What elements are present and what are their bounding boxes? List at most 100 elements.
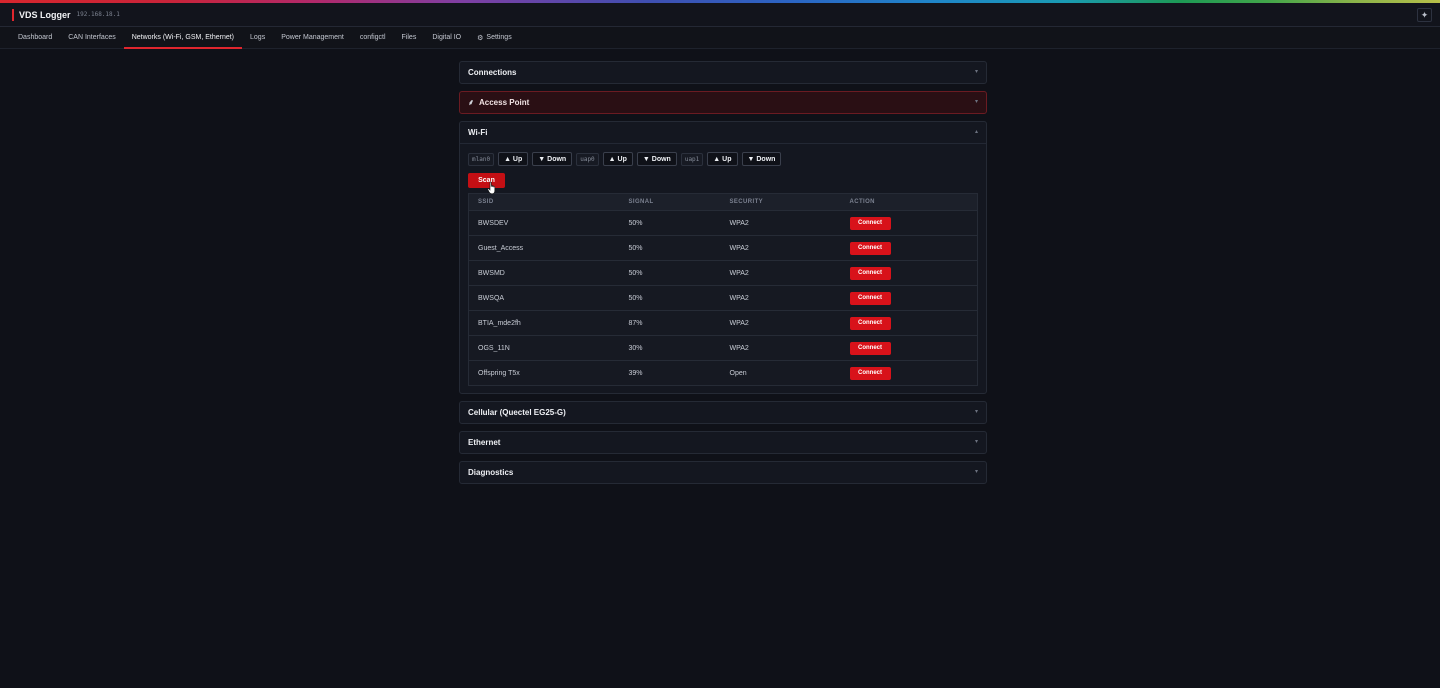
wifi-panel: Wi-Fi ▴ mlan0 ▲ Up ▼ Down uap0 ▲ Up ▼ Do… xyxy=(459,121,987,394)
mlan0-down-button[interactable]: ▼ Down xyxy=(532,152,573,166)
table-row: BTIA_mde2fh 87% WPA2 Connect xyxy=(468,310,978,336)
column-header-security: SECURITY xyxy=(720,193,841,211)
column-header-signal: SIGNAL xyxy=(619,193,721,211)
brand-marker xyxy=(12,8,14,21)
action-cell: Connect xyxy=(840,335,978,361)
tab-power-management[interactable]: Power Management xyxy=(273,27,352,48)
action-cell: Connect xyxy=(840,260,978,286)
gear-icon: ⚙ xyxy=(477,34,484,42)
signal-cell: 50% xyxy=(619,235,721,261)
interface-controls: mlan0 ▲ Up ▼ Down uap0 ▲ Up ▼ Down uap1 … xyxy=(468,152,978,166)
connect-button[interactable]: Connect xyxy=(849,341,891,355)
ssid-cell: BTIA_mde2fh xyxy=(468,310,620,336)
connections-header[interactable]: Connections ▾ xyxy=(460,62,986,83)
tab-files[interactable]: Files xyxy=(394,27,425,48)
tab-label: Networks (Wi-Fi, GSM, Ethernet) xyxy=(131,34,235,41)
signal-cell: 39% xyxy=(628,369,643,377)
security-cell: WPA2 xyxy=(720,235,841,261)
uap0-up-button[interactable]: ▲ Up xyxy=(602,152,633,166)
connect-button[interactable]: Connect xyxy=(849,216,891,230)
interface-name: uap1 xyxy=(680,152,704,166)
security-cell: WPA2 xyxy=(720,310,841,336)
ethernet-header[interactable]: Ethernet ▾ xyxy=(460,432,986,453)
connect-button[interactable]: Connect xyxy=(849,291,891,305)
ssid-cell: BWSDEV xyxy=(468,210,620,236)
tab-dashboard[interactable]: Dashboard xyxy=(10,27,60,48)
access-point-panel: ⸙ Access Point ▾ xyxy=(459,91,987,114)
ethernet-panel: Ethernet ▾ xyxy=(459,431,987,454)
connections-panel: Connections ▾ xyxy=(459,61,987,84)
panel-title: Ethernet xyxy=(468,438,501,447)
tab-label: Power Management xyxy=(281,34,344,41)
diagnostics-panel: Diagnostics ▾ xyxy=(459,461,987,484)
security-cell: Open xyxy=(729,369,747,377)
security-cell: WPA2 xyxy=(720,335,841,361)
cellular-header[interactable]: Cellular (Quectel EG25-G) ▾ xyxy=(460,402,986,423)
interface-name: mlan0 xyxy=(468,152,495,166)
tab-label: Logs xyxy=(250,34,266,41)
panel-title: Connections xyxy=(468,68,517,77)
chevron-up-icon: ▴ xyxy=(974,129,978,135)
table-row: BWSQA 50% WPA2 Connect xyxy=(468,285,978,311)
panel-title: Diagnostics xyxy=(468,468,514,477)
wifi-header[interactable]: Wi-Fi ▴ xyxy=(460,122,986,143)
diagnostics-header[interactable]: Diagnostics ▾ xyxy=(460,462,986,483)
app-header: VDS Logger 192.168.18.1 xyxy=(0,3,1440,27)
tab-networks[interactable]: Networks (Wi-Fi, GSM, Ethernet) xyxy=(123,27,243,49)
ssid-cell: BWSQA xyxy=(468,285,620,311)
chevron-icon: ▾ xyxy=(974,439,978,445)
panel-title: Access Point xyxy=(479,98,530,107)
signal-cell: 87% xyxy=(619,310,721,336)
tab-logs[interactable]: Logs xyxy=(242,27,273,48)
ssid-cell: Offspring T5x xyxy=(478,369,520,377)
ssid-cell: OGS_11N xyxy=(468,335,620,361)
chevron-icon: ▾ xyxy=(974,69,978,75)
connect-button[interactable]: Connect xyxy=(849,316,891,330)
uap1-up-button[interactable]: ▲ Up xyxy=(707,152,738,166)
sparkle-icon[interactable]: ✦ xyxy=(1417,8,1432,22)
mlan0-up-button[interactable]: ▲ Up xyxy=(498,152,529,166)
action-cell: Connect xyxy=(840,310,978,336)
security-cell: WPA2 xyxy=(720,210,841,236)
ssid-cell: BWSMD xyxy=(468,260,620,286)
wifi-networks-table: SSID SIGNAL SECURITY ACTION BWSDEV 50% W… xyxy=(468,193,978,386)
column-header-ssid: SSID xyxy=(468,193,620,211)
tab-label: Files xyxy=(401,34,417,41)
uap1-down-button[interactable]: ▼ Down xyxy=(741,152,782,166)
action-cell: Connect xyxy=(840,235,978,261)
chevron-icon: ▾ xyxy=(974,469,978,475)
column-header-action: ACTION xyxy=(840,193,978,211)
connect-button[interactable]: Connect xyxy=(849,241,891,255)
networks-content: Connections ▾ ⸙ Access Point ▾ Wi-Fi ▴ m… xyxy=(459,61,987,491)
table-row: OGS_11N 30% WPA2 Connect xyxy=(468,335,978,361)
signal-cell: 50% xyxy=(619,210,721,236)
connect-button[interactable]: Connect xyxy=(849,266,891,280)
broadcast-icon: ⸙ xyxy=(468,98,474,107)
uap0-down-button[interactable]: ▼ Down xyxy=(636,152,677,166)
tab-label: CAN Interfaces xyxy=(68,34,116,41)
access-point-header[interactable]: ⸙ Access Point ▾ xyxy=(460,92,986,113)
tab-configctl[interactable]: configctl xyxy=(352,27,394,48)
tab-digital-io[interactable]: Digital IO xyxy=(424,27,469,48)
tab-label: Dashboard xyxy=(18,34,53,41)
table-row: Offspring T5x 39% Open Connect xyxy=(469,361,978,386)
scan-button[interactable]: Scan xyxy=(468,173,505,195)
security-cell: WPA2 xyxy=(720,285,841,311)
panel-title: Cellular (Quectel EG25-G) xyxy=(468,408,566,417)
mouse-pointer-icon xyxy=(487,181,496,195)
panel-title: Wi-Fi xyxy=(468,128,488,137)
main-nav: Dashboard CAN Interfaces Networks (Wi-Fi… xyxy=(0,27,1440,49)
cellular-panel: Cellular (Quectel EG25-G) ▾ xyxy=(459,401,987,424)
table-row: Guest_Access 50% WPA2 Connect xyxy=(468,235,978,261)
tab-can-interfaces[interactable]: CAN Interfaces xyxy=(60,27,123,48)
connect-button[interactable]: Connect xyxy=(849,366,891,380)
interface-name: uap0 xyxy=(576,152,599,166)
action-cell: Connect xyxy=(840,210,978,236)
device-ip: 192.168.18.1 xyxy=(76,11,120,18)
tab-settings[interactable]: ⚙ Settings xyxy=(469,27,520,48)
action-cell: Connect xyxy=(841,361,978,386)
table-header-row: SSID SIGNAL SECURITY ACTION xyxy=(468,193,978,211)
tab-label: Digital IO xyxy=(432,34,462,41)
wifi-body: mlan0 ▲ Up ▼ Down uap0 ▲ Up ▼ Down uap1 … xyxy=(460,143,986,393)
table-row: BWSDEV 50% WPA2 Connect xyxy=(468,210,978,236)
